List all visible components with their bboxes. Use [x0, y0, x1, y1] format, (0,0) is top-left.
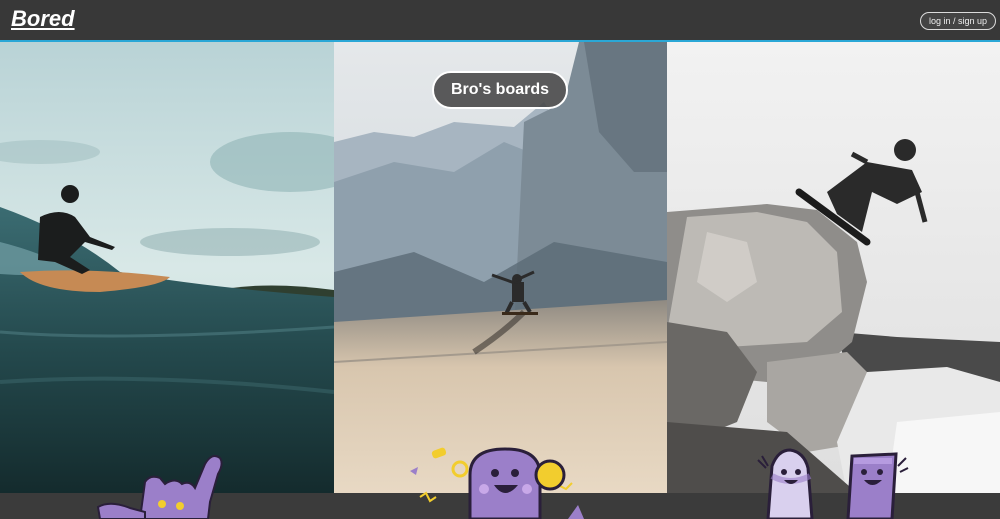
brand-logo-link[interactable]: Bored: [11, 6, 75, 32]
surfing-photo: [0, 42, 334, 493]
skateboarding-photo: [334, 42, 667, 493]
hero-panels: [0, 42, 1000, 493]
popsicle-mascot-icon: [410, 447, 584, 519]
shaka-hand-mascot-icon: [96, 455, 223, 519]
surfer-image: [0, 42, 334, 493]
login-signup-button[interactable]: log in / sign up: [919, 12, 996, 30]
hero-title: Bro's boards: [432, 71, 568, 109]
snowboarder-image: [667, 42, 1000, 493]
board-buddies-mascot-icon: [757, 448, 909, 519]
snowboarding-photo: [667, 42, 1000, 493]
skateboarder-image: [334, 42, 667, 493]
top-navbar: Bored log in / sign up: [0, 0, 1000, 42]
